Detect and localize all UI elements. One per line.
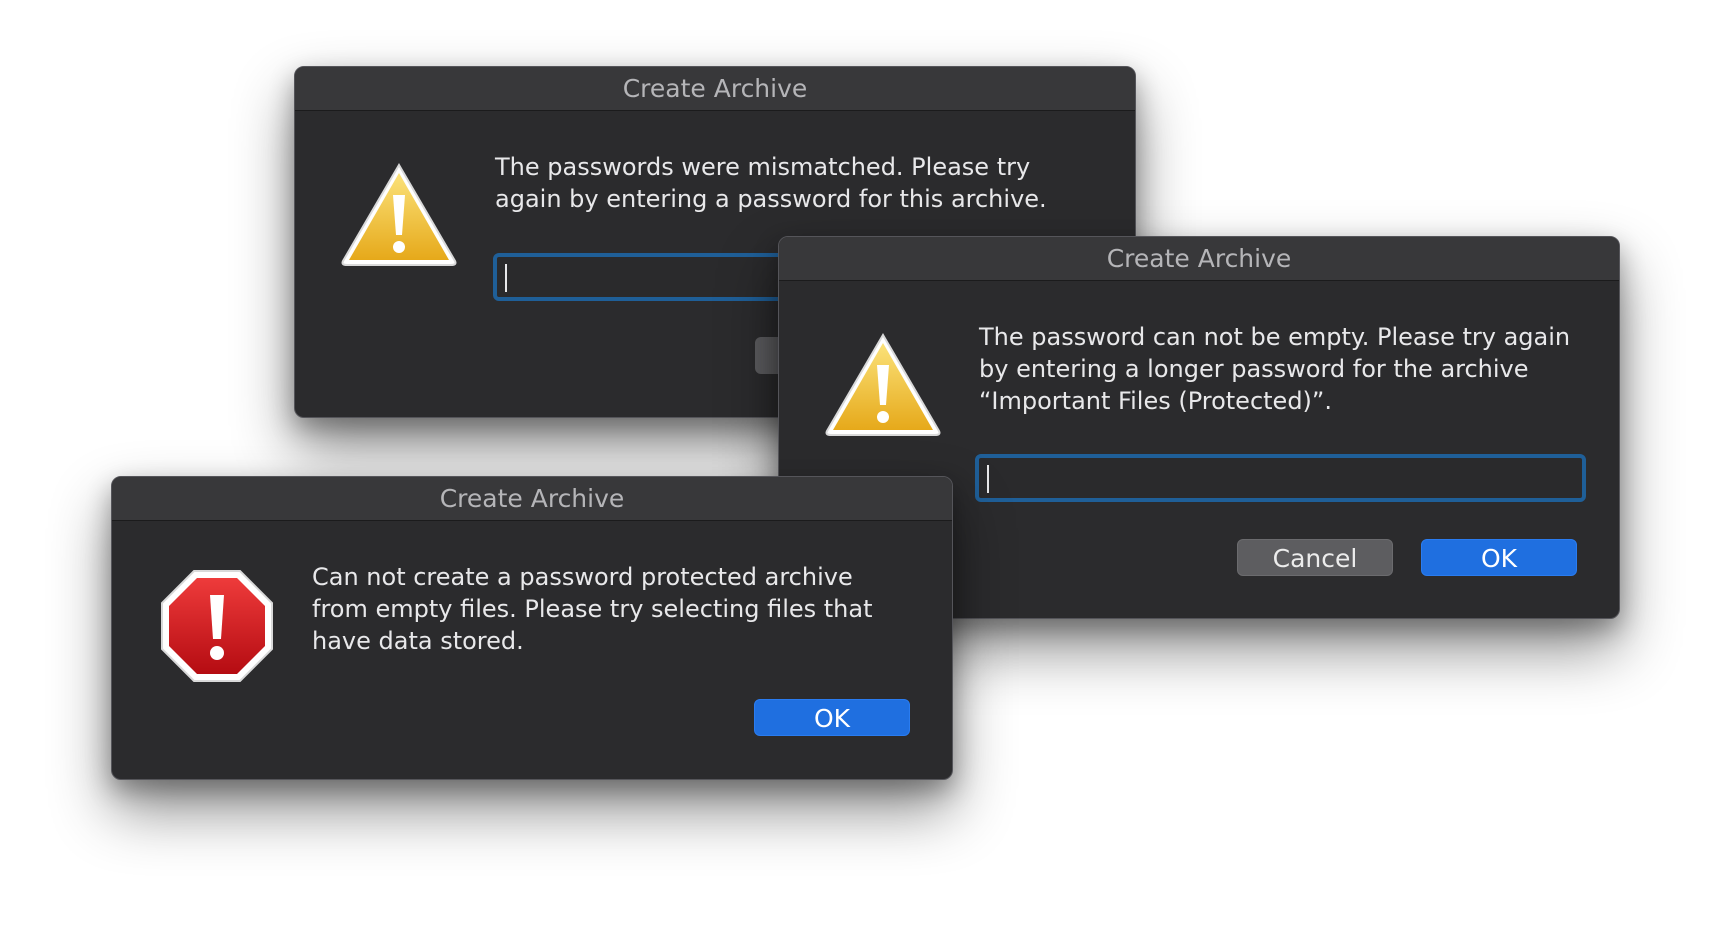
dialog-message: The passwords were mismatched. Please tr… bbox=[495, 151, 1047, 215]
ok-button[interactable]: OK bbox=[1421, 539, 1577, 576]
dialog-title: Create Archive bbox=[295, 67, 1135, 111]
dialog-message: The password can not be empty. Please tr… bbox=[979, 321, 1570, 417]
password-field[interactable] bbox=[975, 454, 1586, 502]
message-line: again by entering a password for this ar… bbox=[495, 185, 1047, 213]
message-line: The password can not be empty. Please tr… bbox=[979, 323, 1571, 351]
message-line: The passwords were mismatched. Please tr… bbox=[495, 153, 1031, 181]
dialog-title: Create Archive bbox=[779, 237, 1619, 281]
empty-files-dialog: Create Archive Can not create a password… bbox=[111, 476, 953, 780]
dialog-message: Can not create a password protected arch… bbox=[312, 561, 873, 657]
stop-octagon-icon bbox=[161, 570, 273, 682]
dialog-title: Create Archive bbox=[112, 477, 952, 521]
ok-button[interactable]: OK bbox=[754, 699, 910, 736]
warning-triangle-icon bbox=[341, 163, 457, 266]
text-caret bbox=[505, 264, 507, 292]
cancel-button[interactable]: Cancel bbox=[1237, 539, 1393, 576]
message-line: Can not create a password protected arch… bbox=[312, 563, 853, 591]
warning-triangle-icon bbox=[825, 333, 941, 436]
message-line: by entering a longer password for the ar… bbox=[979, 355, 1529, 383]
message-line: “Important Files (Protected)”. bbox=[979, 387, 1332, 415]
message-line: from empty files. Please try selecting f… bbox=[312, 595, 873, 623]
message-line: have data stored. bbox=[312, 627, 524, 655]
text-caret bbox=[987, 465, 989, 493]
